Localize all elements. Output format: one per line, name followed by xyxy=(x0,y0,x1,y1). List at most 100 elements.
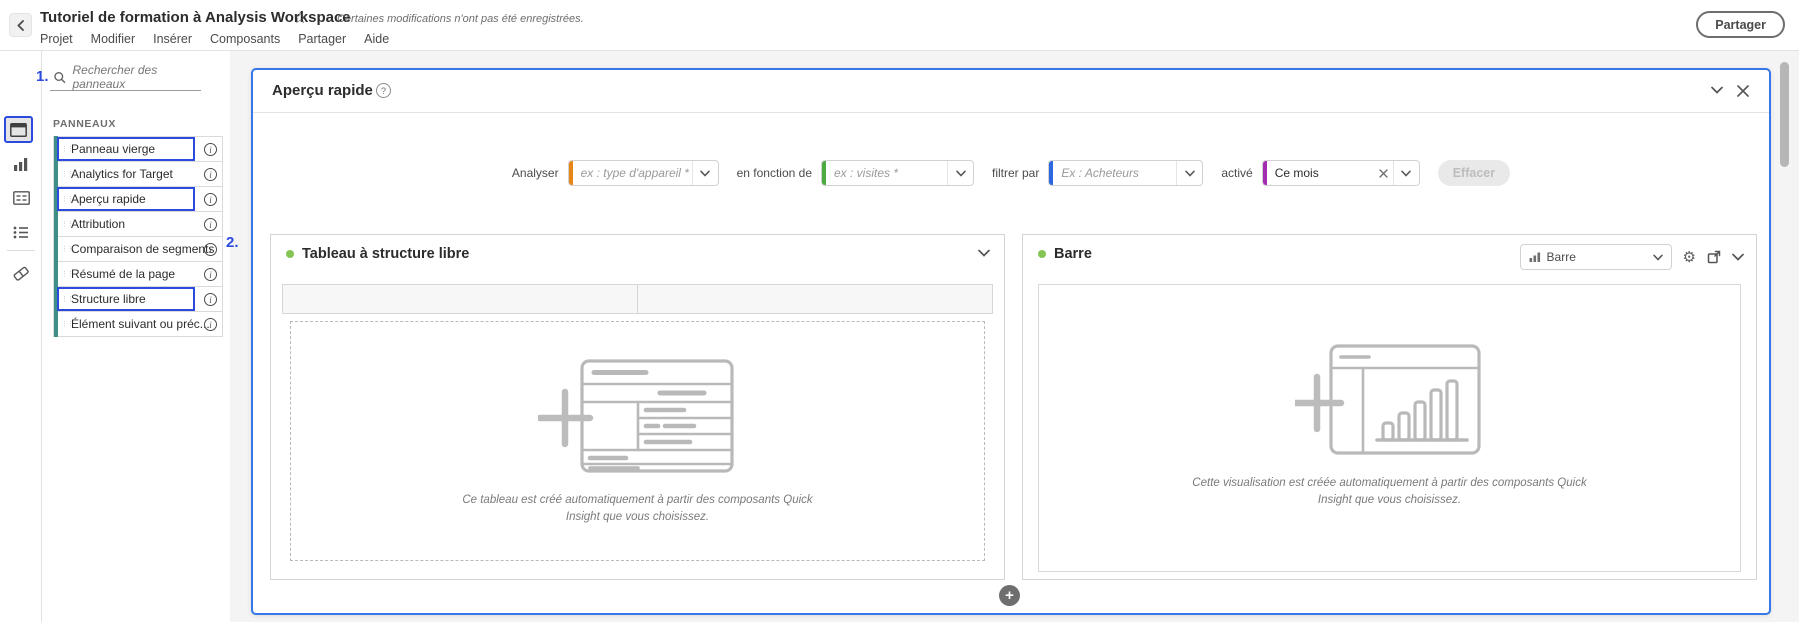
metric-dropdown[interactable]: ex : visites * xyxy=(821,160,974,186)
collapse-panel-button[interactable] xyxy=(1711,86,1723,94)
drag-dots-icon: ⋮⋮ xyxy=(61,271,67,278)
add-visualization-button[interactable]: + xyxy=(999,585,1020,606)
panel-item-attribution[interactable]: ⋮⋮ Attribution i xyxy=(53,211,223,237)
drag-dots-icon: ⋮⋮ xyxy=(61,221,67,228)
panel-item-apercu-rapide[interactable]: ⋮⋮ Aperçu rapide i xyxy=(53,186,223,212)
top-bar: Tutoriel de formation à Analysis Workspa… xyxy=(0,0,1799,51)
annotation-step-1: 1. xyxy=(36,68,49,85)
quick-insights-builder: Analyser ex : type d'appareil * en fonct… xyxy=(253,160,1769,186)
panel-item-resume-de-la-page[interactable]: ⋮⋮ Résumé de la page i xyxy=(53,261,223,287)
drag-dots-icon: ⋮⋮ xyxy=(61,171,67,178)
segment-dropdown[interactable]: Ex : Acheteurs xyxy=(1048,160,1203,186)
panels-sidebar: Rechercher des panneaux PANNEAUX ⋮⋮ Pann… xyxy=(42,51,230,622)
info-icon[interactable]: i xyxy=(204,193,217,206)
components-rail-button[interactable] xyxy=(8,186,34,210)
clear-button[interactable]: Effacer xyxy=(1438,160,1510,186)
vertical-scrollbar[interactable] xyxy=(1780,62,1789,167)
panel-item-comparaison-de-segments[interactable]: ⋮⋮ Comparaison de segments i xyxy=(53,236,223,262)
visualizations-rail-button[interactable] xyxy=(8,152,34,176)
eraser-rail-button[interactable] xyxy=(8,261,34,285)
segments-table-icon xyxy=(13,191,30,205)
panel-title: Aperçu rapide xyxy=(272,82,373,99)
table-header-cell[interactable] xyxy=(282,284,638,314)
expand-icon[interactable] xyxy=(1707,250,1721,264)
against-label: en fonction de xyxy=(737,166,812,180)
analyze-label: Analyser xyxy=(512,166,559,180)
panel-item-panneau-vierge[interactable]: ⋮⋮ Panneau vierge i xyxy=(53,136,223,162)
info-icon[interactable]: i xyxy=(204,218,217,231)
freeform-table-card: Tableau à structure libre xyxy=(270,234,1005,580)
eraser-icon xyxy=(12,266,30,281)
plus-icon xyxy=(1295,377,1341,429)
panel-list: ⋮⋮ Panneau vierge i ⋮⋮ Analytics for Tar… xyxy=(53,137,223,337)
annotation-step-2: 2. xyxy=(226,234,239,251)
menu-modifier[interactable]: Modifier xyxy=(91,32,135,46)
menu-composants[interactable]: Composants xyxy=(210,32,280,46)
freeform-drop-zone[interactable]: Ce tableau est créé automatiquement à pa… xyxy=(290,321,985,561)
menu-partager[interactable]: Partager xyxy=(298,32,346,46)
help-icon[interactable]: ? xyxy=(376,83,391,98)
panel-item-analytics-for-target[interactable]: ⋮⋮ Analytics for Target i xyxy=(53,161,223,187)
bar-viz-title: Barre xyxy=(1054,246,1092,262)
chevron-down-icon[interactable] xyxy=(947,161,973,185)
drag-dots-icon: ⋮⋮ xyxy=(61,146,67,153)
chevron-down-icon xyxy=(978,249,990,257)
settings-gear-icon[interactable]: ⚙ xyxy=(1683,250,1696,265)
info-icon[interactable]: i xyxy=(204,143,217,156)
favorite-star-icon[interactable]: ☆ xyxy=(293,8,307,28)
info-icon[interactable]: i xyxy=(204,293,217,306)
menu-projet[interactable]: Projet xyxy=(40,32,73,46)
drag-dots-icon: ⋮⋮ xyxy=(61,321,67,328)
collapse-viz-button[interactable] xyxy=(978,249,990,257)
panel-icon xyxy=(10,123,27,137)
list-icon xyxy=(13,226,29,239)
back-button[interactable] xyxy=(9,13,32,37)
menu-aide[interactable]: Aide xyxy=(364,32,389,46)
share-button[interactable]: Partager xyxy=(1696,11,1785,38)
freeform-table-title: Tableau à structure libre xyxy=(302,246,469,262)
chevron-down-icon xyxy=(1711,86,1723,94)
date-range-dropdown[interactable]: Ce mois xyxy=(1262,160,1420,186)
chevron-down-icon[interactable] xyxy=(1176,161,1202,185)
unsaved-changes-notice: Certaines modifications n'ont pas été en… xyxy=(337,13,584,25)
panel-item-element-suivant[interactable]: ⋮⋮ Élément suivant ou préc... i xyxy=(53,311,223,337)
search-placeholder: Rechercher des panneaux xyxy=(73,63,198,91)
table-header-cell[interactable] xyxy=(637,284,993,314)
chevron-down-icon[interactable] xyxy=(692,161,718,185)
clear-date-icon[interactable] xyxy=(1374,169,1393,178)
chevron-down-icon[interactable] xyxy=(1393,161,1419,185)
chevron-down-icon xyxy=(1653,254,1663,261)
status-dot-icon xyxy=(1038,250,1046,258)
viz-controls: Barre ⚙ xyxy=(1520,244,1744,270)
bar-placeholder-text: Cette visualisation est créée automatiqu… xyxy=(1175,475,1605,508)
info-icon[interactable]: i xyxy=(204,318,217,331)
close-panel-button[interactable] xyxy=(1737,85,1749,97)
close-icon xyxy=(1737,85,1749,97)
info-icon[interactable]: i xyxy=(204,168,217,181)
collapse-viz-button[interactable] xyxy=(1732,253,1744,261)
panel-item-structure-libre[interactable]: ⋮⋮ Structure libre i xyxy=(53,286,223,312)
info-icon[interactable]: i xyxy=(204,268,217,281)
table-placeholder-illustration xyxy=(538,354,738,476)
chevron-left-icon xyxy=(17,20,24,31)
panel-search-field[interactable]: Rechercher des panneaux xyxy=(50,64,201,91)
active-label: activé xyxy=(1221,166,1252,180)
dimension-dropdown[interactable]: ex : type d'appareil * xyxy=(568,160,719,186)
rail-divider xyxy=(7,250,35,251)
chart-placeholder-illustration xyxy=(1295,339,1485,459)
info-icon[interactable]: i xyxy=(204,243,217,256)
menu-inserer[interactable]: Insérer xyxy=(153,32,192,46)
search-icon xyxy=(54,71,66,84)
list-rail-button[interactable] xyxy=(8,220,34,244)
drag-dots-icon: ⋮⋮ xyxy=(61,296,67,303)
panels-rail-button[interactable] xyxy=(4,116,33,143)
bar-viz-drop-zone[interactable]: Cette visualisation est créée automatiqu… xyxy=(1038,284,1741,572)
viz-type-dropdown[interactable]: Barre xyxy=(1520,244,1672,270)
chevron-down-icon xyxy=(1732,253,1744,261)
drag-bar xyxy=(54,136,58,162)
freeform-table-header-row xyxy=(282,284,993,314)
drag-dots-icon: ⋮⋮ xyxy=(61,196,67,203)
quick-insights-panel: Aperçu rapide ? Analyser ex : type d'app… xyxy=(251,68,1771,615)
panels-section-title: PANNEAUX xyxy=(53,118,116,130)
menu-bar: Projet Modifier Insérer Composants Parta… xyxy=(40,32,389,46)
